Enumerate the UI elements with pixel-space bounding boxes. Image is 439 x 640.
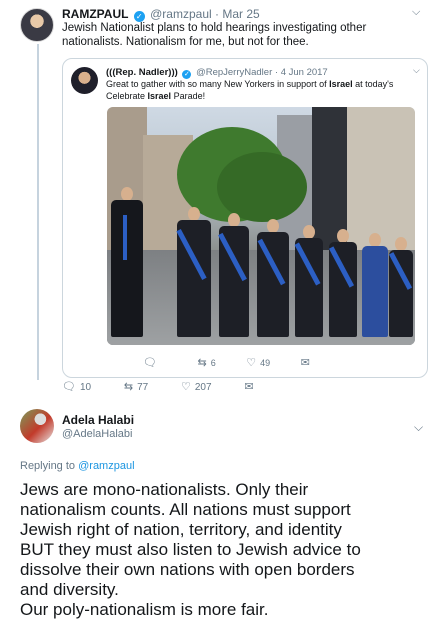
tweet-date[interactable]: 4 Jun 2017 — [281, 67, 328, 78]
tweet-text: Jews are mono-nationalists. Only their n… — [20, 480, 435, 620]
tweet-line: and diversity. — [20, 580, 119, 599]
reply-icon[interactable]: 🗨 — [143, 356, 157, 369]
tweet-date[interactable]: Mar 25 — [222, 7, 259, 21]
parade-photo[interactable] — [107, 107, 415, 345]
heart-icon: ♡ — [246, 357, 257, 369]
avatar[interactable] — [20, 409, 54, 443]
tweet-actions: 🗨 10 ⇆ 77 ♡ 207 ✉ — [62, 380, 258, 393]
chevron-down-icon[interactable]: ⌵ — [413, 65, 420, 76]
replying-to: Replying to @ramzpaul — [20, 460, 135, 472]
avatar[interactable] — [20, 8, 54, 42]
heart-icon: ♡ — [181, 381, 191, 393]
quoted-tweet-header: (((Rep. Nadler))) ✓ @RepJerryNadler · 4 … — [106, 67, 328, 79]
quoted-tweet[interactable]: (((Rep. Nadler))) ✓ @RepJerryNadler · 4 … — [62, 58, 428, 378]
author-name[interactable]: RAMZPAUL — [62, 7, 128, 21]
replying-to-link[interactable]: @ramzpaul — [78, 460, 134, 472]
retweet-icon: ⇆ — [197, 357, 207, 369]
verified-badge-icon: ✓ — [133, 11, 145, 22]
tweet-ramzpaul[interactable]: RAMZPAUL ✓ @ramzpaul · Mar 25 ⌵ Jewish N… — [0, 0, 439, 400]
quoted-tweet-actions: 🗨 ⇆ 6 ♡ 49 ✉ — [143, 356, 314, 369]
author-name[interactable]: Adela Halabi — [62, 413, 134, 427]
quoted-tweet-text: Great to gather with so many New Yorkers… — [106, 79, 394, 101]
tweet-line: nationalism counts. All nations must sup… — [20, 500, 351, 519]
retweet-icon: ⇆ — [123, 381, 134, 393]
author-name[interactable]: (((Rep. Nadler))) — [106, 67, 178, 78]
reply-icon: 🗨 — [62, 381, 76, 393]
chevron-down-icon[interactable]: ⌵ — [412, 6, 420, 19]
tweet-header: RAMZPAUL ✓ @ramzpaul · Mar 25 — [62, 7, 260, 22]
avatar[interactable] — [71, 67, 98, 94]
retweet-button[interactable]: ⇆ 6 — [197, 356, 215, 369]
chevron-down-icon[interactable]: ⌵ — [414, 420, 423, 435]
reply-button[interactable]: 🗨 10 — [62, 381, 91, 393]
retweet-button[interactable]: ⇆ 77 — [123, 381, 148, 393]
author-handle[interactable]: @RepJerryNadler — [196, 67, 272, 78]
author-handle[interactable]: @ramzpaul — [150, 7, 212, 21]
author-handle[interactable]: @AdelaHalabi — [62, 428, 133, 440]
like-button[interactable]: ♡ 49 — [246, 356, 270, 369]
verified-badge-icon: ✓ — [182, 70, 192, 79]
tweet-line: Jews are mono-nationalists. Only their — [20, 480, 309, 499]
tweet-adela-halabi[interactable]: Adela Halabi @AdelaHalabi ⌵ Replying to … — [0, 400, 439, 640]
like-button[interactable]: ♡ 207 — [181, 381, 212, 393]
tweet-line: Jewish right of nation, territory, and i… — [20, 520, 342, 539]
mail-icon[interactable]: ✉ — [244, 380, 253, 393]
mail-icon[interactable]: ✉ — [301, 356, 310, 369]
tweet-text: Jewish Nationalist plans to hold hearing… — [62, 22, 367, 48]
thread-line — [37, 44, 39, 380]
tweet-line: dissolve their own nations with open bor… — [20, 560, 355, 579]
tweet-line: BUT they must also listen to Jewish advi… — [20, 540, 361, 559]
tweet-line: Our poly-nationalism is more fair. — [20, 600, 269, 619]
